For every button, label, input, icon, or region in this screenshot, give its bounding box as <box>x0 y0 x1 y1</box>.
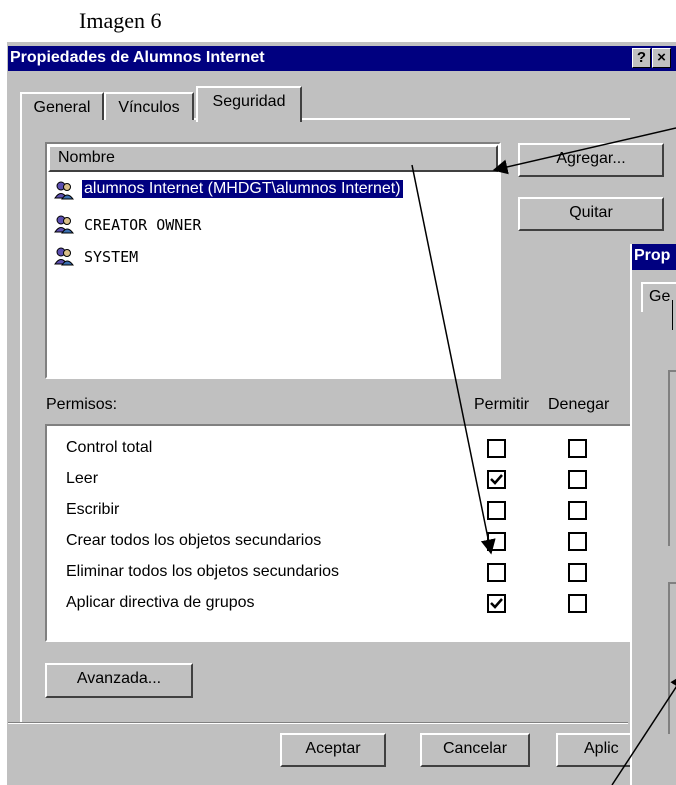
tab-seguridad[interactable]: Seguridad <box>196 86 302 122</box>
arrow-to-add <box>492 127 676 175</box>
tab-seguridad-label: Seguridad <box>212 93 286 110</box>
arrow-to-checkbox <box>411 164 496 555</box>
annotation-arrows <box>411 127 676 785</box>
arrow-to-overlay <box>611 673 676 785</box>
